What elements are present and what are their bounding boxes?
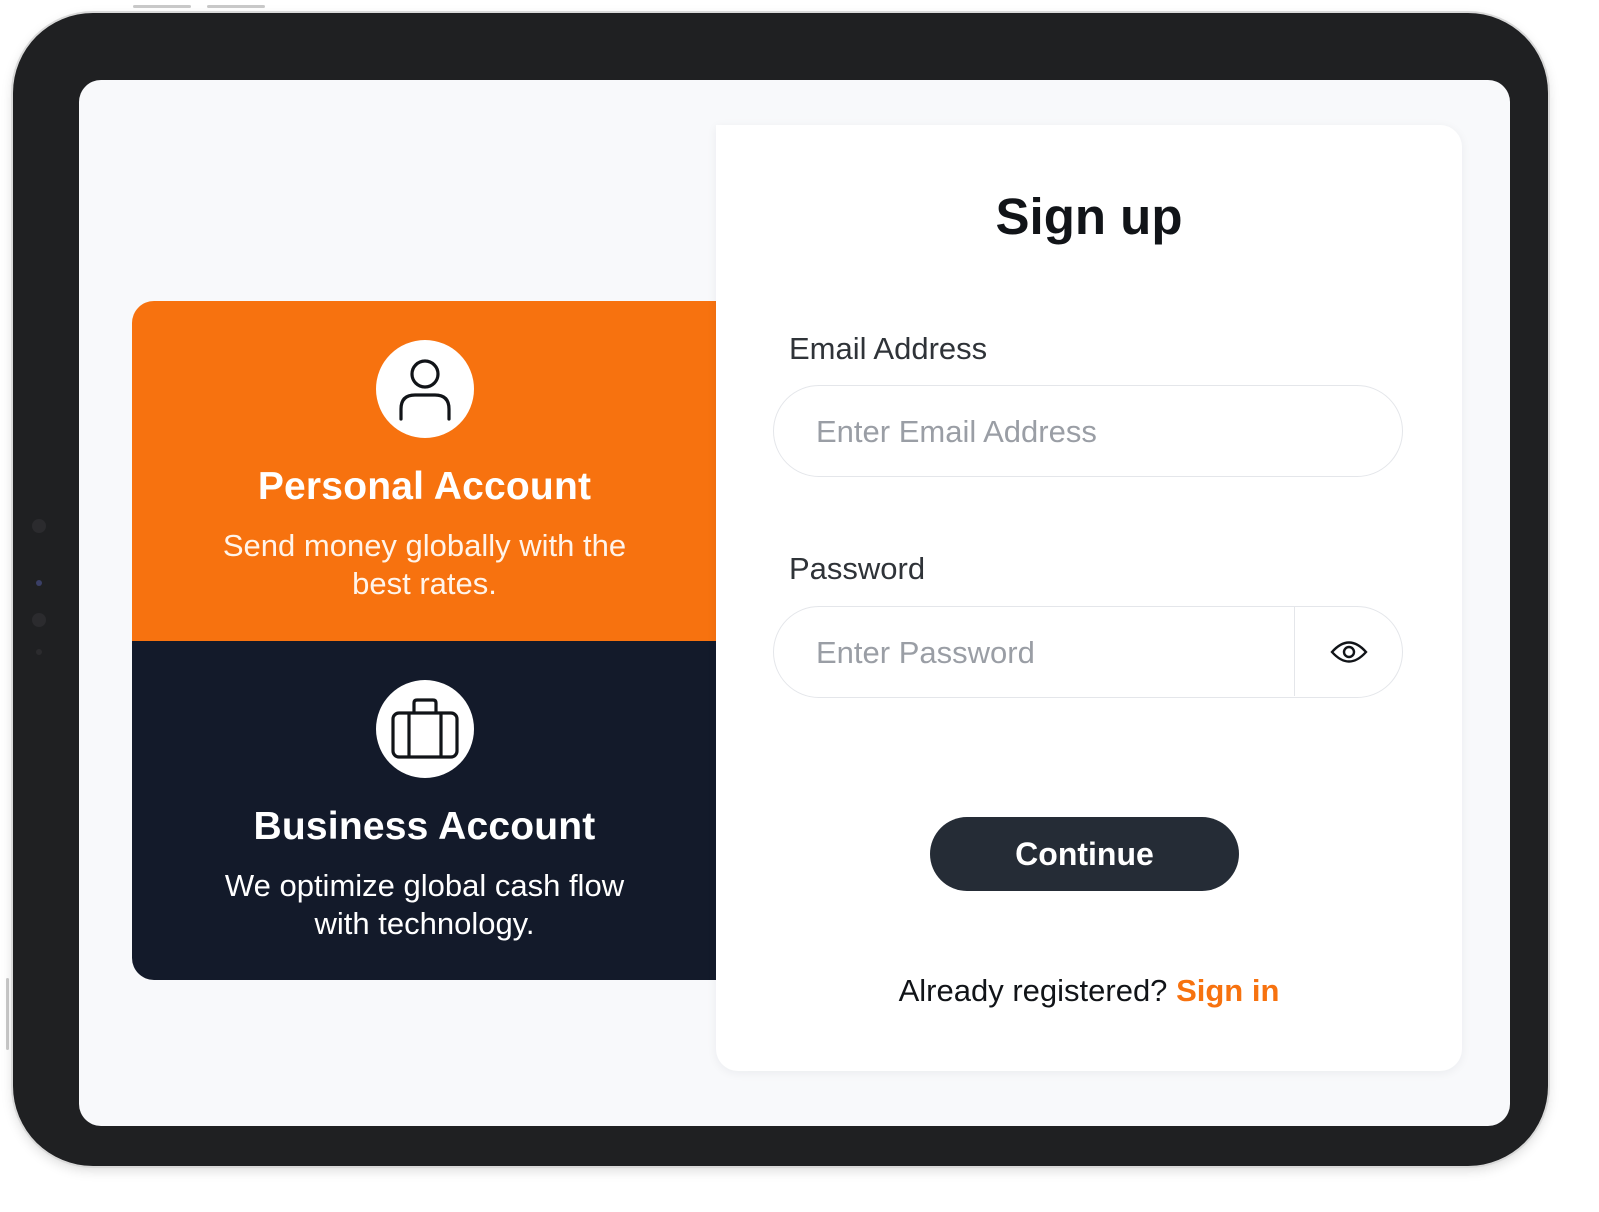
personal-account-card[interactable]: Personal Account Send money globally wit…	[132, 301, 717, 641]
screen: Personal Account Send money globally wit…	[79, 80, 1510, 1126]
personal-account-title: Personal Account	[257, 465, 592, 508]
business-account-title: Business Account	[253, 805, 596, 848]
show-password-button[interactable]	[1295, 607, 1402, 696]
business-icon-circle	[375, 680, 474, 778]
volume-button-top-2	[207, 5, 265, 8]
user-icon	[398, 359, 451, 421]
password-label: Password	[789, 551, 926, 586]
business-account-description: We optimize global cash flow with techno…	[224, 868, 625, 941]
side-button	[6, 978, 9, 1050]
business-account-card[interactable]: Business Account We optimize global cash…	[132, 641, 717, 980]
sensor-dot-2	[36, 649, 42, 655]
signin-prompt: Already registered? Sign in	[716, 973, 1462, 1009]
signin-link[interactable]: Sign in	[1176, 973, 1279, 1008]
password-input[interactable]	[814, 607, 1288, 698]
email-label: Email Address	[789, 331, 988, 366]
signup-panel: Sign up Email Address Password Continue …	[716, 125, 1462, 1071]
eye-icon	[1329, 640, 1368, 663]
camera-lens	[32, 613, 46, 627]
briefcase-icon	[390, 698, 459, 759]
signup-title: Sign up	[995, 188, 1183, 245]
personal-account-description: Send money globally with the best rates.	[222, 528, 627, 601]
continue-button[interactable]: Continue	[930, 817, 1239, 891]
personal-icon-circle	[375, 340, 474, 438]
email-input-box[interactable]	[773, 385, 1403, 477]
already-registered-text: Already registered?	[898, 973, 1168, 1008]
volume-button-top	[133, 5, 191, 8]
sensor-dot	[36, 580, 42, 586]
tablet-frame: Personal Account Send money globally wit…	[13, 13, 1548, 1166]
camera-dot	[32, 519, 46, 533]
email-input[interactable]	[814, 386, 1378, 477]
password-input-box[interactable]	[773, 606, 1403, 698]
